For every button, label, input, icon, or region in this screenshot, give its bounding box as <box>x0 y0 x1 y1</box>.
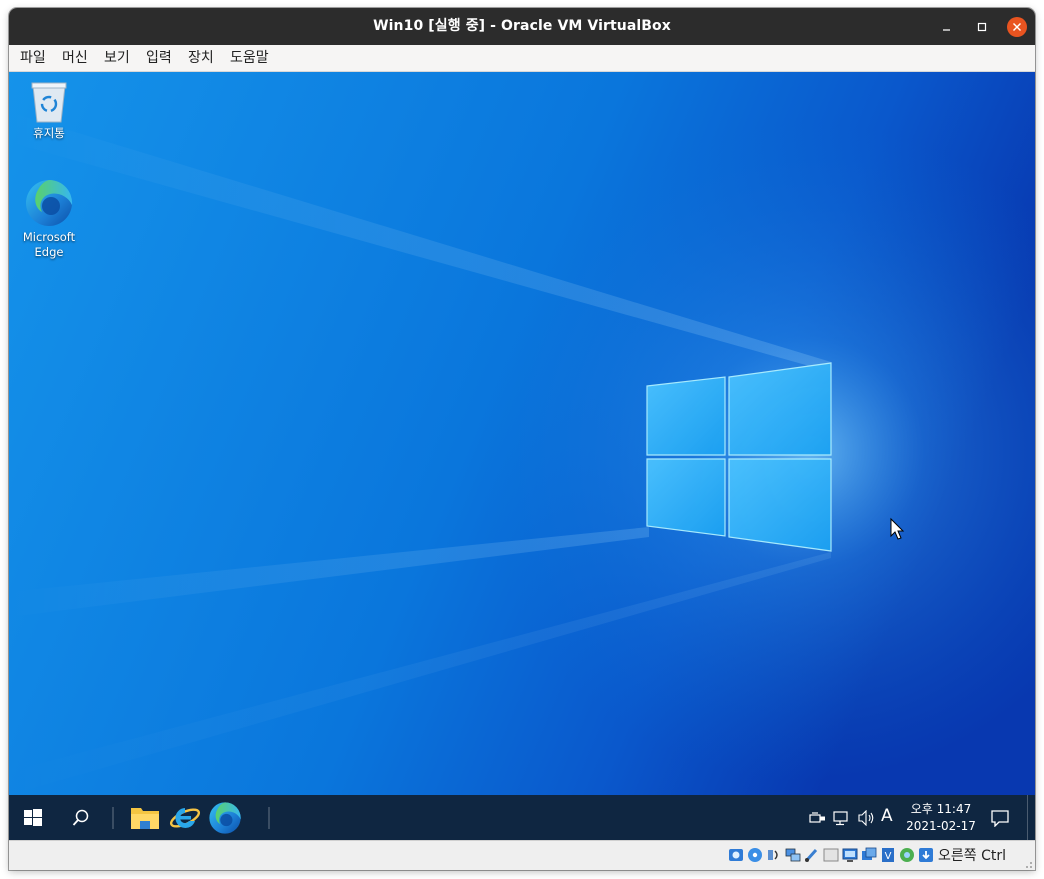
internet-explorer-button[interactable] <box>165 795 205 840</box>
virtualbox-window: Win10 [실행 중] - Oracle VM VirtualBox 파일 머… <box>9 8 1035 870</box>
edge-label: Microsoft Edge <box>22 230 76 259</box>
internet-explorer-icon <box>169 807 201 828</box>
menu-input[interactable]: 입력 <box>142 45 176 72</box>
minimize-icon <box>943 29 950 31</box>
vt-x-icon[interactable] <box>899 847 915 863</box>
title-bar[interactable]: Win10 [실행 중] - Oracle VM VirtualBox <box>9 8 1035 45</box>
recycle-bin-label: 휴지통 <box>33 126 65 140</box>
status-bar: V 오른쪽 Ctrl <box>9 840 1035 870</box>
edge-icon <box>26 179 73 226</box>
window-title: Win10 [실행 중] - Oracle VM VirtualBox <box>373 18 671 34</box>
audio-icon[interactable] <box>766 847 782 863</box>
show-desktop-button[interactable] <box>1027 795 1035 840</box>
menu-devices[interactable]: 장치 <box>184 45 218 72</box>
file-explorer-button[interactable] <box>125 795 165 840</box>
vm-screen[interactable]: 휴지통 Microsoft Edge A 오후 11:47 2021-02-17 <box>9 72 1035 840</box>
clock-time: 오후 11:47 <box>910 802 972 816</box>
taskbar-clock[interactable]: 오후 11:47 2021-02-17 <box>903 801 979 835</box>
volume-icon[interactable] <box>857 809 877 826</box>
search-button[interactable] <box>57 795 105 840</box>
minimize-button[interactable] <box>937 17 957 37</box>
recycle-bin-icon <box>31 82 67 123</box>
notification-center-button[interactable] <box>989 809 1011 827</box>
shared-folders-icon[interactable] <box>823 847 839 863</box>
close-icon <box>1013 23 1021 31</box>
search-icon <box>72 809 89 826</box>
mouse-integration-icon[interactable] <box>918 847 934 863</box>
maximize-button[interactable] <box>972 17 992 37</box>
hard-disk-icon[interactable] <box>728 847 744 863</box>
display-icon[interactable] <box>842 847 858 863</box>
taskbar-separator <box>112 807 114 829</box>
host-key-label: 오른쪽 Ctrl <box>938 848 1007 864</box>
notification-icon <box>991 809 1009 827</box>
resize-grip-icon[interactable] <box>1021 857 1033 869</box>
windows-start-icon <box>24 808 42 826</box>
cpu-icon[interactable]: V <box>880 847 896 863</box>
menu-view[interactable]: 보기 <box>100 45 134 72</box>
network-adapter-icon[interactable] <box>785 847 801 863</box>
start-button[interactable] <box>9 795 57 840</box>
ime-indicator[interactable]: A <box>881 806 893 826</box>
taskbar: A 오후 11:47 2021-02-17 <box>9 795 1035 840</box>
close-button[interactable] <box>1007 17 1027 37</box>
menu-help[interactable]: 도움말 <box>226 45 273 72</box>
edge-icon <box>209 801 241 834</box>
menu-file[interactable]: 파일 <box>16 45 50 72</box>
edge-taskbar-button[interactable] <box>205 795 245 840</box>
clock-date: 2021-02-17 <box>906 819 976 833</box>
desktop-wallpaper <box>9 72 1035 795</box>
optical-drive-icon[interactable] <box>747 847 763 863</box>
maximize-icon <box>977 22 987 32</box>
usb-device-icon[interactable] <box>809 809 827 826</box>
menu-machine[interactable]: 머신 <box>58 45 92 72</box>
desktop-icon-edge[interactable]: Microsoft Edge <box>10 178 88 260</box>
svg-text:V: V <box>885 851 892 862</box>
video-capture-icon[interactable] <box>861 847 877 863</box>
taskbar-separator <box>268 807 270 829</box>
network-icon[interactable] <box>833 809 851 826</box>
file-explorer-icon <box>131 807 159 829</box>
desktop-icon-recycle-bin[interactable]: 휴지통 <box>10 80 88 141</box>
usb-icon[interactable] <box>804 847 820 863</box>
menu-bar: 파일 머신 보기 입력 장치 도움말 <box>9 45 1035 72</box>
